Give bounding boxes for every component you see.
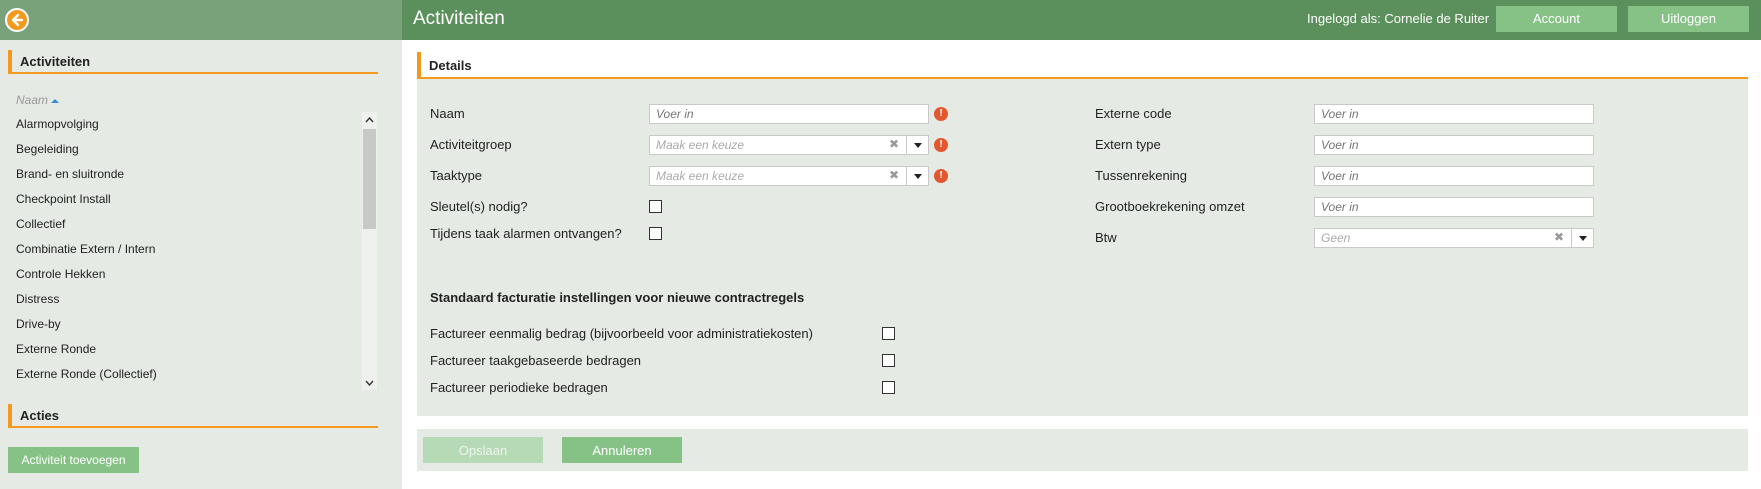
grootboek-label: Grootboekrekening omzet (1095, 199, 1245, 214)
billing-heading: Standaard facturatie instellingen voor n… (430, 290, 805, 305)
sleutel-label: Sleutel(s) nodig? (430, 199, 528, 214)
chevron-up-icon[interactable] (362, 112, 377, 127)
grootboek-input[interactable] (1314, 197, 1594, 217)
extern-type-label: Extern type (1095, 137, 1161, 152)
list-item[interactable]: Distress (16, 287, 356, 312)
required-error-icon: ! (934, 169, 948, 183)
activity-list: Alarmopvolging Begeleiding Brand- en slu… (16, 112, 356, 387)
list-item[interactable]: Alarmopvolging (16, 112, 356, 137)
naam-label: Naam (430, 106, 465, 121)
periodiek-label: Factureer periodieke bedragen (430, 380, 608, 395)
clear-icon[interactable]: ✖ (889, 168, 899, 182)
list-item[interactable]: Checkpoint Install (16, 187, 356, 212)
dropdown-arrow-icon[interactable] (1571, 229, 1593, 247)
dropdown-arrow-icon[interactable] (906, 167, 928, 185)
list-item[interactable]: Begeleiding (16, 137, 356, 162)
externe-code-input[interactable] (1314, 104, 1594, 124)
tussenrekening-input[interactable] (1314, 166, 1594, 186)
actions-heading: Acties (20, 408, 60, 423)
btw-label: Btw (1095, 230, 1117, 245)
list-scrollbar[interactable] (362, 112, 377, 390)
alarmen-checkbox[interactable] (649, 227, 662, 240)
list-item[interactable]: Combinatie Extern / Intern (16, 237, 356, 262)
alarmen-label: Tijdens taak alarmen ontvangen? (430, 226, 622, 241)
sleutel-checkbox[interactable] (649, 200, 662, 213)
list-item[interactable]: Brand- en sluitronde (16, 162, 356, 187)
clear-icon[interactable]: ✖ (1554, 230, 1564, 244)
add-activity-button[interactable]: Activiteit toevoegen (8, 447, 139, 473)
eenmalig-label: Factureer eenmalig bedrag (bijvoorbeeld … (430, 326, 813, 341)
activities-section-header: Activiteiten (8, 50, 378, 74)
actions-section-header: Acties (8, 404, 378, 428)
list-item[interactable]: Controle Hekken (16, 262, 356, 287)
sidebar: Activiteiten Naam Alarmopvolging Begelei… (0, 40, 402, 489)
list-item[interactable]: Collectief (16, 212, 356, 237)
chevron-down-icon[interactable] (362, 375, 377, 390)
logged-in-user: Ingelogd als: Cornelie de Ruiter (1307, 11, 1490, 26)
save-button[interactable]: Opslaan (423, 437, 543, 463)
required-error-icon: ! (934, 107, 948, 121)
cancel-button[interactable]: Annuleren (562, 437, 682, 463)
btw-selected-value: Geen (1321, 231, 1351, 245)
naam-input[interactable] (649, 104, 929, 124)
taak-label: Factureer taakgebaseerde bedragen (430, 353, 642, 368)
activiteitgroep-placeholder: Maak een keuze (656, 138, 745, 152)
extern-type-input[interactable] (1314, 135, 1594, 155)
list-item[interactable]: Externe Ronde (Collectief) (16, 362, 356, 387)
activiteitgroep-label: Activiteitgroep (430, 137, 512, 152)
logout-button[interactable]: Uitloggen (1628, 6, 1749, 32)
list-item[interactable]: Externe Ronde (16, 337, 356, 362)
taaktype-label: Taaktype (430, 168, 483, 183)
dropdown-arrow-icon[interactable] (906, 136, 928, 154)
sort-column-label: Naam (16, 93, 49, 107)
required-error-icon: ! (934, 138, 948, 152)
scrollbar-thumb[interactable] (363, 129, 376, 229)
list-item[interactable]: Drive-by (16, 312, 356, 337)
eenmalig-checkbox[interactable] (882, 327, 895, 340)
top-bar-sidebar-section (0, 0, 402, 40)
sort-ascending-icon (51, 98, 60, 103)
page-title: Activiteiten (413, 8, 505, 29)
sort-column-header[interactable]: Naam (16, 93, 60, 107)
activities-heading: Activiteiten (20, 54, 91, 69)
back-arrow-icon[interactable] (5, 8, 29, 32)
tussenrekening-label: Tussenrekening (1095, 168, 1188, 183)
account-button[interactable]: Account (1496, 6, 1617, 32)
details-heading: Details (429, 58, 472, 73)
taaktype-select[interactable]: Maak een keuze ✖ (649, 166, 929, 186)
clear-icon[interactable]: ✖ (889, 137, 899, 151)
externe-code-label: Externe code (1095, 106, 1172, 121)
activiteitgroep-select[interactable]: Maak een keuze ✖ (649, 135, 929, 155)
details-section-header: Details (417, 52, 1748, 79)
periodiek-checkbox[interactable] (882, 381, 895, 394)
btw-select[interactable]: Geen ✖ (1314, 228, 1594, 248)
taak-checkbox[interactable] (882, 354, 895, 367)
taaktype-placeholder: Maak een keuze (656, 169, 745, 183)
